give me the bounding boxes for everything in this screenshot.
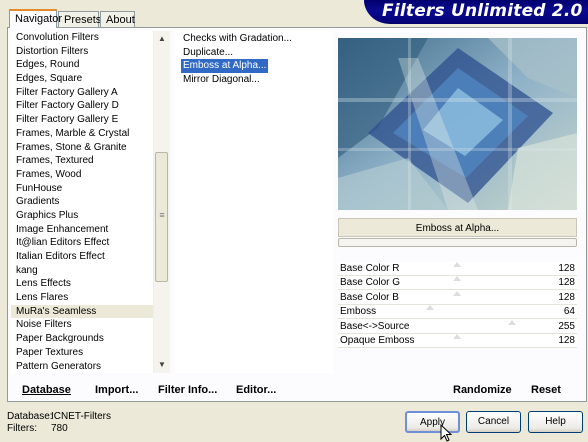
parameter-value: 128 — [558, 291, 575, 303]
filters-count-value: 780 — [51, 423, 68, 434]
category-item[interactable]: MuRa's Seamless — [11, 304, 153, 319]
slider-marker[interactable] — [453, 334, 462, 339]
category-item[interactable]: Lens Effects — [11, 277, 153, 291]
category-scrollbar[interactable]: ▲ ≡ ▼ — [153, 31, 170, 373]
category-item[interactable]: Edges, Round — [11, 58, 153, 72]
slider-marker[interactable] — [508, 319, 516, 325]
parameter-value: 255 — [558, 320, 575, 332]
category-item[interactable]: Italian Editors Effect — [11, 250, 153, 264]
arrow-up-icon[interactable]: ▲ — [155, 32, 169, 46]
parameter-label: Opaque Emboss — [340, 335, 415, 346]
tab-presets[interactable]: Presets — [58, 11, 101, 27]
parameter-value: 128 — [558, 277, 575, 289]
category-list[interactable]: Convolution Filters Distortion Filters Edg… — [11, 31, 153, 373]
scroll-grip-icon: ≡ — [159, 210, 165, 220]
mouse-cursor-icon — [440, 424, 452, 442]
filters-count-label: Filters: — [7, 423, 37, 434]
effect-preview-image — [338, 38, 577, 210]
category-item[interactable]: kang — [11, 264, 153, 278]
category-item[interactable]: Frames, Textured — [11, 154, 153, 168]
category-item[interactable]: Pattern Generators — [11, 360, 153, 374]
database-value: ICNET-Filters — [51, 411, 111, 422]
editor-button[interactable]: Editor... — [236, 383, 276, 397]
app-title: Filters Unlimited 2.0 — [382, 1, 583, 21]
category-item[interactable]: Edges, Square — [11, 72, 153, 86]
database-label: Database: — [7, 411, 53, 422]
parameter-value: 128 — [558, 263, 575, 274]
arrow-down-icon[interactable]: ▼ — [155, 358, 169, 372]
slider-marker[interactable] — [453, 290, 462, 296]
progress-bar — [338, 238, 577, 247]
parameter-label: Base<->Source — [340, 320, 410, 332]
filter-list[interactable]: Checks with Gradation... Duplicate... Embo… — [175, 31, 333, 373]
category-item[interactable]: Convolution Filters — [11, 31, 153, 45]
tab-about[interactable]: About — [100, 11, 135, 27]
filter-item[interactable]: Duplicate... — [181, 46, 235, 60]
category-item[interactable]: Filter Factory Gallery D — [11, 99, 153, 113]
parameter-value: 64 — [563, 306, 575, 318]
category-item[interactable]: Noise Filters — [11, 318, 153, 332]
filter-item[interactable]: Mirror Diagonal... — [181, 73, 262, 87]
filter-item[interactable]: Emboss at Alpha... — [181, 59, 269, 74]
category-item[interactable]: FunHouse — [11, 182, 153, 196]
category-item[interactable]: Graphics Plus — [11, 209, 153, 223]
randomize-button[interactable]: Randomize — [453, 383, 512, 397]
category-item[interactable]: Image Enhancement — [11, 223, 153, 237]
parameter-row[interactable]: Base Color R 128 — [338, 262, 577, 276]
cancel-button[interactable]: Cancel — [466, 411, 521, 433]
filter-info-button[interactable]: Filter Info... — [158, 383, 217, 397]
tab-navigator[interactable]: Navigator — [9, 9, 62, 28]
parameter-label: Base Color R — [340, 263, 400, 274]
parameter-row[interactable]: Base<->Source 255 — [338, 319, 577, 334]
category-item[interactable]: Gradients — [11, 195, 153, 209]
parameter-row[interactable]: Opaque Emboss 128 — [338, 334, 577, 348]
category-item[interactable]: Frames, Wood — [11, 168, 153, 182]
category-item[interactable]: Paper Textures — [11, 346, 153, 360]
parameter-label: Base Color B — [340, 291, 399, 303]
database-button[interactable]: Database — [22, 383, 71, 397]
parameter-value: 128 — [558, 335, 575, 346]
help-button[interactable]: Help — [528, 411, 583, 433]
slider-marker[interactable] — [425, 305, 434, 311]
slider-marker[interactable] — [453, 276, 462, 282]
parameter-label: Emboss — [340, 306, 377, 318]
parameter-row[interactable]: Base Color B 128 — [338, 290, 577, 305]
reset-button[interactable]: Reset — [531, 383, 561, 397]
category-item[interactable]: Frames, Stone & Granite — [11, 141, 153, 155]
parameter-row[interactable]: Base Color G 128 — [338, 276, 577, 291]
category-item[interactable]: Paper Backgrounds — [11, 332, 153, 346]
app-banner: Filters Unlimited 2.0 — [364, 0, 588, 24]
import-button[interactable]: Import... — [95, 383, 138, 397]
category-item[interactable]: It@lian Editors Effect — [11, 236, 153, 250]
filter-item[interactable]: Checks with Gradation... — [181, 32, 294, 46]
parameter-row[interactable]: Emboss 64 — [338, 305, 577, 320]
category-item[interactable]: Filter Factory Gallery A — [11, 86, 153, 100]
category-item[interactable]: Lens Flares — [11, 291, 153, 305]
current-filter-name: Emboss at Alpha... — [338, 218, 577, 237]
slider-marker[interactable] — [453, 262, 462, 267]
category-item[interactable]: Distortion Filters — [11, 45, 153, 59]
category-item[interactable]: Filter Factory Gallery E — [11, 113, 153, 127]
category-item[interactable]: Frames, Marble & Crystal — [11, 127, 153, 141]
parameter-label: Base Color G — [340, 277, 401, 289]
scrollbar-thumb[interactable]: ≡ — [155, 152, 168, 282]
